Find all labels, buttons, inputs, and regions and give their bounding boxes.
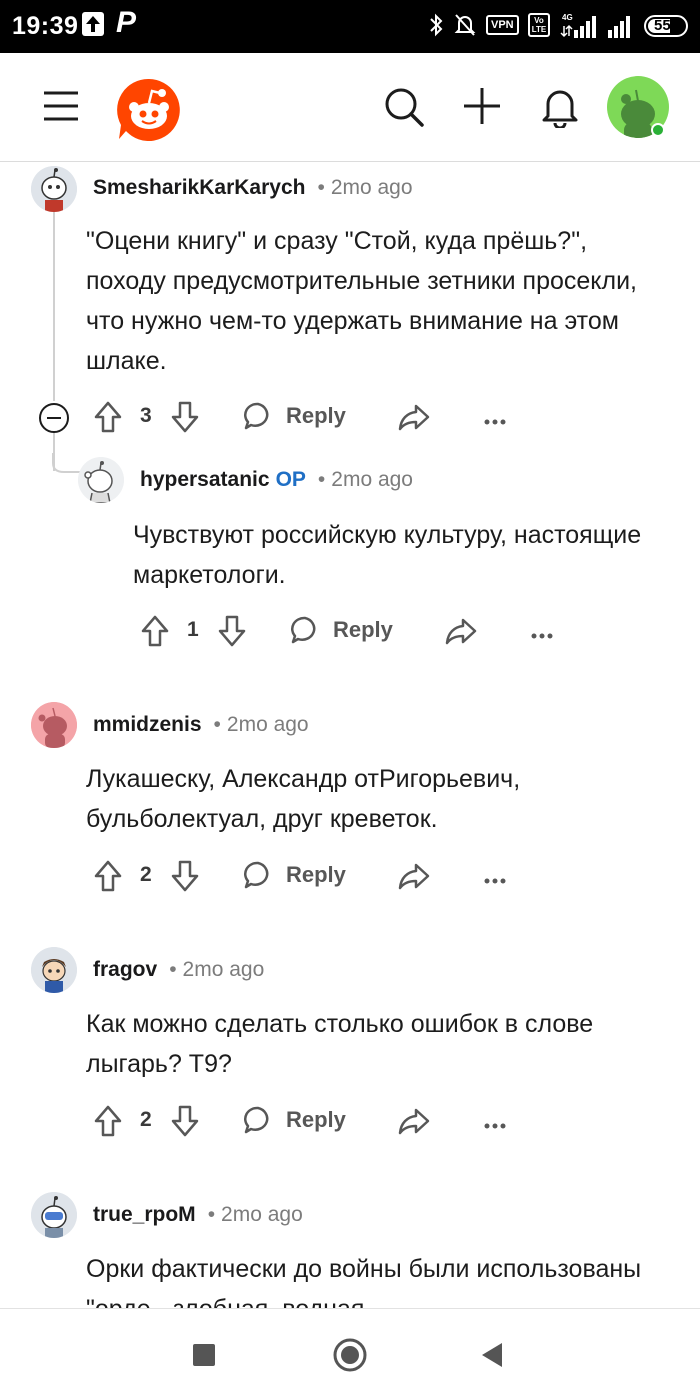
collapse-icon[interactable] [38,402,70,439]
comment-time: 2mo ago [221,1203,303,1226]
reply-button[interactable]: Reply [286,862,346,888]
comment-author[interactable]: SmesharikKarKarych [93,176,305,199]
vote-score: 1 [187,618,199,641]
share-icon[interactable] [445,616,477,651]
signal-icon: 4G [560,12,600,45]
comment-actions: 3 Reply [38,397,678,437]
vote-score: 3 [140,404,152,427]
user-avatar[interactable] [78,457,124,503]
reply-icon[interactable] [243,860,273,895]
reply-button[interactable]: Reply [333,617,393,643]
signal-icon [606,12,636,45]
downvote-icon[interactable] [170,859,200,898]
svg-text:4G: 4G [562,13,573,22]
comment-body: "Оцени книгу" и сразу "Стой, куда прёшь?… [86,227,638,375]
reply-button[interactable]: Reply [286,1107,346,1133]
user-avatar[interactable] [31,702,77,748]
alarm-off-icon [453,12,477,43]
reply-icon[interactable] [243,401,273,436]
upvote-icon[interactable] [93,859,123,898]
user-avatar[interactable] [31,947,77,993]
upload-icon [82,12,104,36]
op-badge: OP [275,468,306,491]
search-icon[interactable] [383,86,425,133]
bell-icon[interactable] [540,86,580,133]
comment-body: Как можно сделать столько ошибок в слове… [86,1010,594,1078]
comment-author[interactable]: mmidzenis [93,713,202,736]
comment-author[interactable]: hypersatanic [140,468,270,491]
more-options-icon[interactable] [484,872,506,890]
comment-actions: 1 Reply [140,611,680,651]
vpn-badge: VPN [486,15,519,35]
thread-line [53,211,55,401]
comment-time: 2mo ago [330,176,413,199]
plus-icon[interactable] [462,86,502,131]
comment-body: Орки фактически до войны были использова… [86,1255,642,1308]
comment-author[interactable]: fragov [93,958,157,981]
share-icon[interactable] [398,402,430,437]
status-time: 19:39 [12,12,79,40]
volte-badge: Vo LTE [528,13,550,37]
app-header [0,53,700,162]
back-triangle-icon[interactable] [480,1342,504,1373]
comment-time: 2mo ago [182,958,265,981]
reply-icon[interactable] [290,615,320,650]
reply-icon[interactable] [243,1105,273,1140]
downvote-icon[interactable] [170,1104,200,1143]
bluetooth-icon [428,12,444,43]
upvote-icon[interactable] [93,400,123,439]
separator-dot: • [317,176,325,199]
upvote-icon[interactable] [93,1104,123,1143]
online-indicator [651,123,665,137]
comment-author[interactable]: true_rpoM [93,1203,196,1226]
user-avatar[interactable] [31,166,77,212]
system-nav-bar [0,1308,700,1400]
comment-time: 2mo ago [226,713,309,736]
separator-dot: • [169,958,177,981]
pcz-app-icon: P [116,6,137,39]
battery-level: 55 [654,17,671,34]
comment-actions: 2 Reply [93,856,683,896]
reply-button[interactable]: Reply [286,403,346,429]
separator-dot: • [207,1203,216,1226]
comment-actions: 2 Reply [93,1101,683,1141]
comment-body: Лукашеску, Александр отРигорьевич, бульб… [86,765,521,833]
share-icon[interactable] [398,861,430,896]
user-avatar[interactable] [31,1192,77,1238]
comment-body: Чувствуют российскую культуру, настоящие… [133,521,642,589]
reddit-logo-icon[interactable] [116,77,182,148]
downvote-icon[interactable] [170,400,200,439]
comments-list: SmesharikKarKarych • 2mo ago "Оцени книгу"… [0,163,700,1308]
upvote-icon[interactable] [140,614,170,653]
recents-square-icon[interactable] [192,1343,216,1372]
vote-score: 2 [140,863,152,886]
comment-time: 2mo ago [331,468,413,491]
more-options-icon[interactable] [531,627,553,645]
status-bar: 19:39 P VPN Vo LTE 4G 55 [0,0,700,53]
share-icon[interactable] [398,1106,430,1141]
home-circle-icon[interactable] [332,1337,368,1378]
menu-icon[interactable] [42,90,80,127]
separator-dot: • [213,713,221,736]
separator-dot: • [317,468,326,491]
downvote-icon[interactable] [217,614,247,653]
more-options-icon[interactable] [484,413,506,431]
battery-icon: 55 [644,15,688,37]
vote-score: 2 [140,1108,152,1131]
more-options-icon[interactable] [484,1117,506,1135]
